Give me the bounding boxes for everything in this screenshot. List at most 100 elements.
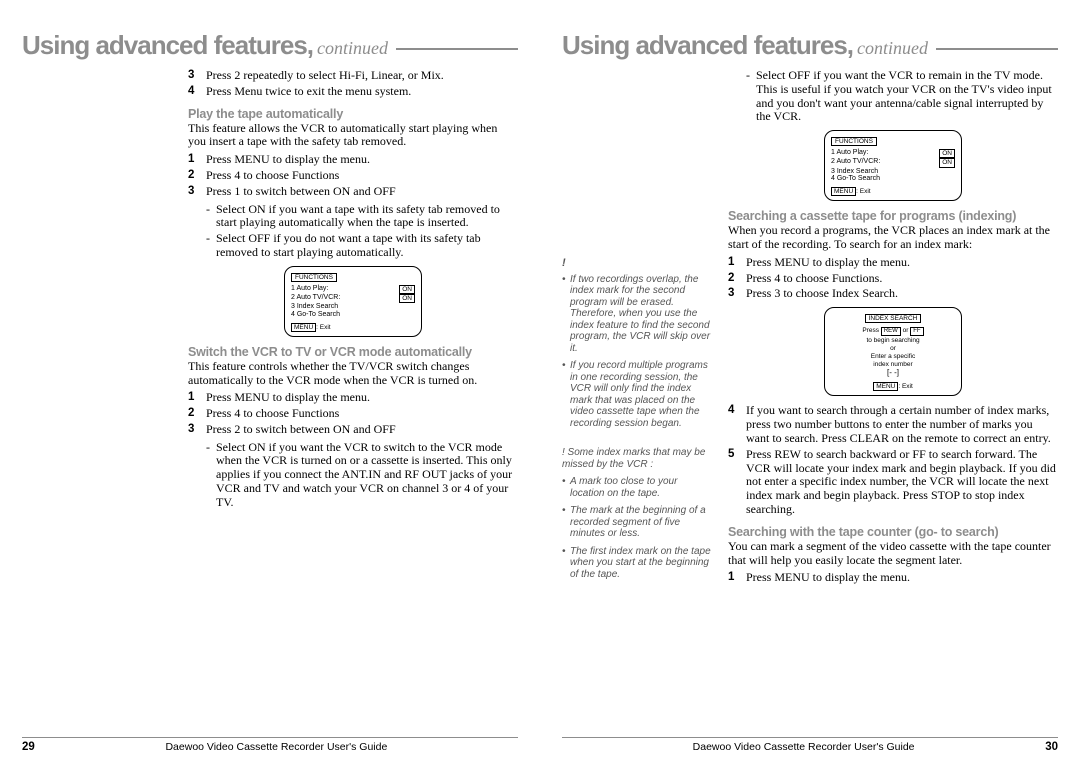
osd-text: Press	[862, 327, 880, 334]
osd-label: 1 Auto Play:	[291, 285, 328, 294]
osd-menu-exit: MENU: Exit	[291, 323, 415, 332]
step-text: Press 3 to choose Index Search.	[746, 287, 1058, 301]
osd-functions-2: FUNCTIONS 1 Auto Play:ON 2 Auto TV/VCR:O…	[824, 130, 962, 201]
osd-exit-text: : Exit	[856, 188, 870, 195]
step-text: Press Menu twice to exit the menu system…	[206, 85, 518, 99]
steps: 1Press MENU to display the menu. 2Press …	[188, 391, 518, 436]
step-text: Press MENU to display the menu.	[746, 256, 1058, 270]
osd-label: 2 Auto TV/VCR:	[831, 158, 880, 167]
pre-steps: 3Press 2 repeatedly to select Hi-Fi, Lin…	[188, 69, 518, 99]
step: 2Press 4 to choose Functions.	[728, 272, 1058, 286]
step: 2Press 4 to choose Functions	[188, 169, 518, 183]
step: 3Press 2 to switch between ON and OFF	[188, 423, 518, 437]
subhead-play-tape: Play the tape automatically	[188, 107, 518, 121]
osd-row: 3 Index Search	[831, 168, 955, 176]
sub-item: Select ON if you want a tape with its sa…	[206, 203, 518, 231]
osd-menu-exit: MENU: Exit	[831, 382, 955, 391]
step-num: 1	[728, 256, 746, 270]
step-num: 2	[728, 272, 746, 286]
margin-notes: ! If two recordings overlap, the index m…	[562, 67, 712, 723]
step: 4If you want to search through a certain…	[728, 404, 1058, 445]
step-num: 3	[188, 69, 206, 83]
note-bullet: If two recordings overlap, the index mar…	[562, 274, 712, 355]
step-text: Press REW to search backward or FF to se…	[746, 448, 1058, 517]
title-continued: continued	[317, 38, 388, 59]
note-exclaim: !	[562, 257, 712, 270]
osd-line: Press REW or FF	[831, 327, 955, 336]
osd-menu-box: MENU	[831, 187, 856, 196]
page-title-row: Using advanced features, continued	[22, 30, 518, 61]
osd-row: 4 Go-To Search	[831, 175, 955, 183]
osd-label: 3 Index Search	[831, 168, 878, 176]
osd-value: ON	[399, 294, 415, 303]
step-num: 2	[188, 407, 206, 421]
intro-text: This feature controls whether the TV/VCR…	[188, 360, 518, 388]
title-rule	[396, 48, 518, 50]
step-text: Press 4 to choose Functions	[206, 407, 518, 421]
title-main: Using advanced features,	[562, 30, 853, 61]
osd-row: 2 Auto TV/VCR: ON	[291, 294, 415, 303]
footer-right: 30 Daewoo Video Cassette Recorder User's…	[562, 737, 1058, 753]
title-continued: continued	[857, 38, 928, 59]
page-30: Using advanced features, continued ! If …	[540, 0, 1080, 763]
step: 3Press 1 to switch between ON and OFF	[188, 185, 518, 199]
osd-line: Enter a specific	[831, 353, 955, 360]
osd-label: 4 Go-To Search	[831, 175, 880, 183]
sub-item: Select OFF if you do not want a tape wit…	[206, 232, 518, 260]
step-num: 3	[188, 423, 206, 437]
step: 3Press 3 to choose Index Search.	[728, 287, 1058, 301]
subhead-goto-search: Searching with the tape counter (go- to …	[728, 525, 1058, 539]
step-num: 1	[188, 153, 206, 167]
footer-guide: Daewoo Video Cassette Recorder User's Gu…	[35, 741, 518, 753]
osd-index-search: INDEX SEARCH Press REW or FF to begin se…	[824, 307, 962, 396]
osd-menu-box: MENU	[873, 382, 898, 391]
steps: 1Press MENU to display the menu. 2Press …	[728, 256, 1058, 301]
osd-label: 3 Index Search	[291, 303, 338, 311]
step-text: Press MENU to display the menu.	[206, 153, 518, 167]
footer-left: 29 Daewoo Video Cassette Recorder User's…	[22, 737, 518, 753]
osd-line: or	[831, 345, 955, 352]
note-bullet: If you record multiple programs in one r…	[562, 360, 712, 429]
step: 1Press MENU to display the menu.	[188, 391, 518, 405]
more-steps: 4If you want to search through a certain…	[728, 404, 1058, 516]
osd-line: index number	[831, 361, 955, 368]
osd-row: 2 Auto TV/VCR: ON	[831, 158, 955, 167]
osd-row: 1 Auto Play: ON	[831, 149, 955, 158]
intro-text: This feature allows the VCR to automatic…	[188, 122, 518, 150]
osd-label: 1 Auto Play:	[831, 149, 868, 158]
note-bullet: The first index mark on the tape when yo…	[562, 546, 712, 581]
step-text: If you want to search through a certain …	[746, 404, 1058, 445]
page-29: Using advanced features, continued 3Pres…	[0, 0, 540, 763]
osd-row: 3 Index Search	[291, 303, 415, 311]
subhead-switch-vcr: Switch the VCR to TV or VCR mode automat…	[188, 345, 518, 359]
osd-title-box: FUNCTIONS	[291, 273, 337, 282]
osd-value: ON	[939, 149, 955, 158]
step-num: 5	[728, 448, 746, 517]
step-text: Press 1 to switch between ON and OFF	[206, 185, 518, 199]
note-bullet: A mark too close to your location on the…	[562, 476, 712, 499]
step-text: Press 4 to choose Functions	[206, 169, 518, 183]
step-num: 4	[188, 85, 206, 99]
step: 1Press MENU to display the menu.	[728, 571, 1058, 585]
subhead-searching-index: Searching a cassette tape for programs (…	[728, 209, 1058, 223]
steps: 1Press MENU to display the menu. 2Press …	[188, 153, 518, 198]
page-number: 29	[22, 741, 35, 753]
step-text: Press MENU to display the menu.	[206, 391, 518, 405]
title-main: Using advanced features,	[22, 30, 313, 61]
osd-label: 2 Auto TV/VCR:	[291, 294, 340, 303]
osd-box-ff: FF	[910, 327, 923, 336]
columns: 3Press 2 repeatedly to select Hi-Fi, Lin…	[22, 67, 518, 723]
step-num: 1	[728, 571, 746, 585]
steps: 1Press MENU to display the menu.	[728, 571, 1058, 585]
sub-item: Select ON if you want the VCR to switch …	[206, 441, 518, 510]
osd-label: 4 Go-To Search	[291, 311, 340, 319]
intro-text: You can mark a segment of the video cass…	[728, 540, 1058, 568]
osd-row: 4 Go-To Search	[291, 311, 415, 319]
footer-guide: Daewoo Video Cassette Recorder User's Gu…	[562, 741, 1045, 753]
pre-sub-bullets: Select OFF if you want the VCR to remain…	[746, 69, 1058, 124]
osd-menu-exit: MENU: Exit	[831, 187, 955, 196]
intro-text: When you record a programs, the VCR plac…	[728, 224, 1058, 252]
osd-line: to begin searching	[831, 337, 955, 344]
osd-value: ON	[939, 158, 955, 167]
step-text: Press 2 to switch between ON and OFF	[206, 423, 518, 437]
